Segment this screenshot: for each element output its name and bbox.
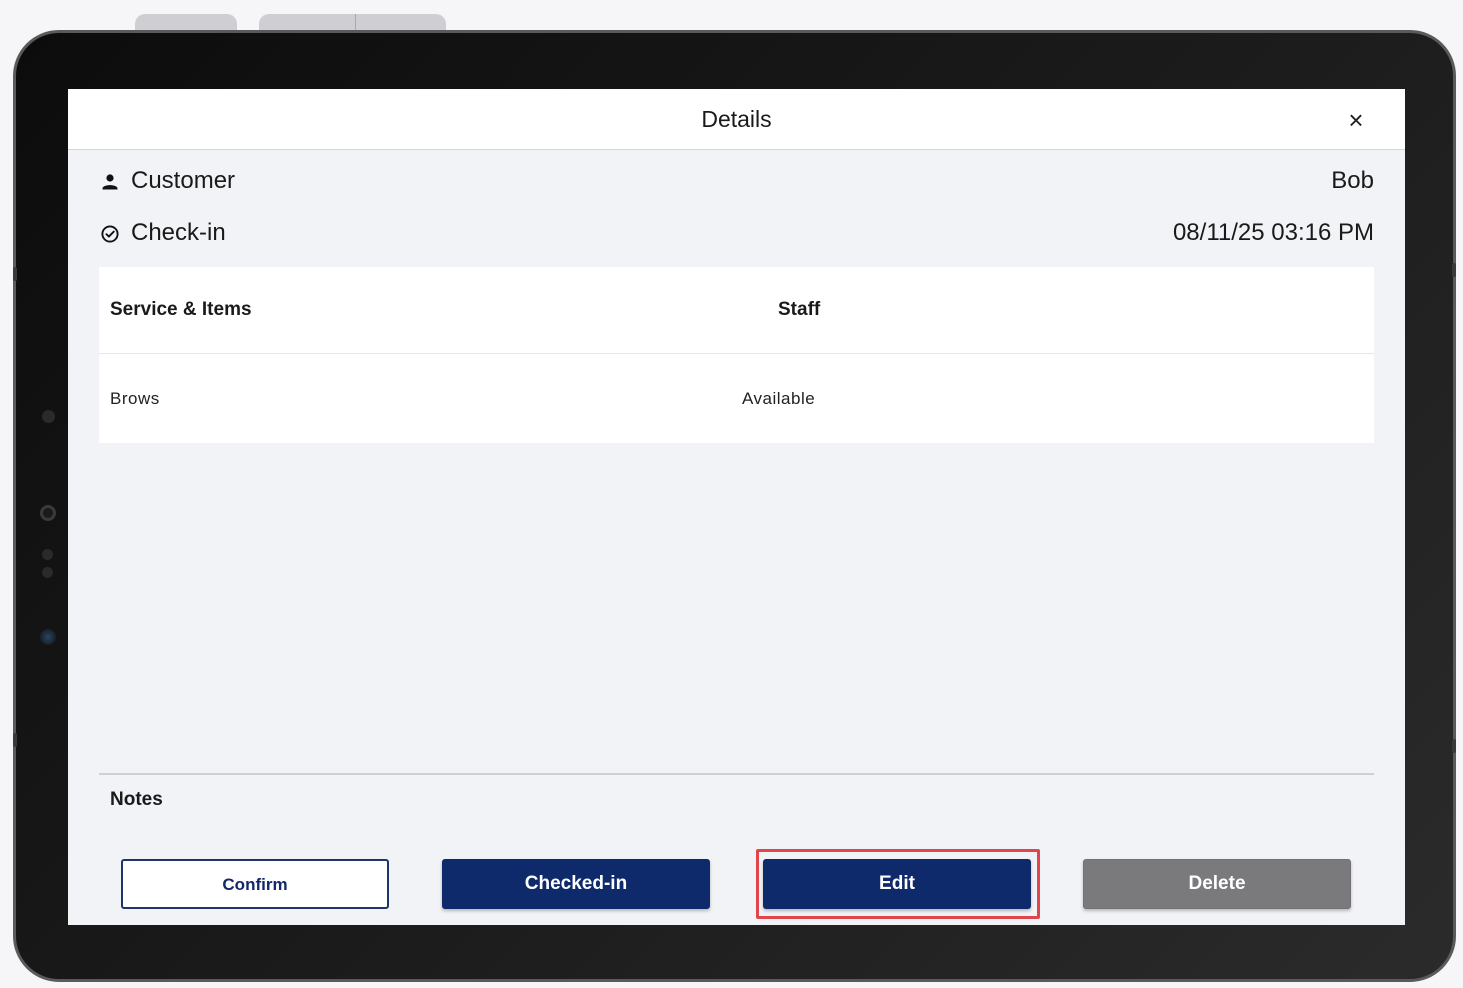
column-header-staff: Staff	[778, 299, 821, 320]
person-icon	[99, 171, 121, 193]
tablet-side-button	[13, 267, 17, 281]
checkin-row: Check-in 08/11/25 03:16 PM	[99, 217, 1374, 251]
customer-row: Customer Bob	[99, 165, 1374, 199]
check-circle-icon	[99, 223, 121, 245]
tablet-sensor-dot	[42, 549, 53, 560]
service-cell: Brows	[110, 389, 160, 408]
dialog-header: Details ×	[68, 89, 1405, 150]
edit-button[interactable]: Edit	[763, 859, 1031, 909]
tablet-sensor-dot	[42, 410, 55, 423]
tablet-side-button	[13, 733, 17, 747]
table-row[interactable]: Brows Available	[99, 354, 1374, 443]
checked-in-button[interactable]: Checked-in	[442, 859, 710, 909]
delete-button[interactable]: Delete	[1083, 859, 1351, 909]
notes-label: Notes	[110, 789, 163, 810]
tablet-light-sensor	[40, 629, 56, 645]
customer-value: Bob	[1331, 167, 1374, 194]
table-header: Service & Items Staff	[99, 267, 1374, 354]
staff-cell: Available	[742, 389, 816, 408]
confirm-button[interactable]: Confirm	[121, 859, 389, 909]
checkin-value: 08/11/25 03:16 PM	[1172, 219, 1374, 246]
customer-label: Customer	[131, 167, 236, 194]
services-table: Service & Items Staff Brows Available	[99, 267, 1374, 443]
tablet-side-button	[1452, 739, 1456, 753]
close-icon[interactable]: ×	[1345, 107, 1367, 133]
column-header-service: Service & Items	[110, 299, 252, 320]
tablet-side-button	[1452, 263, 1456, 277]
details-dialog: Details × Customer Bob Check-in 08/11/25…	[68, 89, 1405, 925]
tablet-camera	[40, 505, 56, 521]
checkin-label: Check-in	[131, 219, 226, 246]
dialog-title: Details	[701, 106, 772, 132]
tablet-sensor-dot	[42, 567, 53, 578]
notes-divider	[99, 773, 1374, 775]
